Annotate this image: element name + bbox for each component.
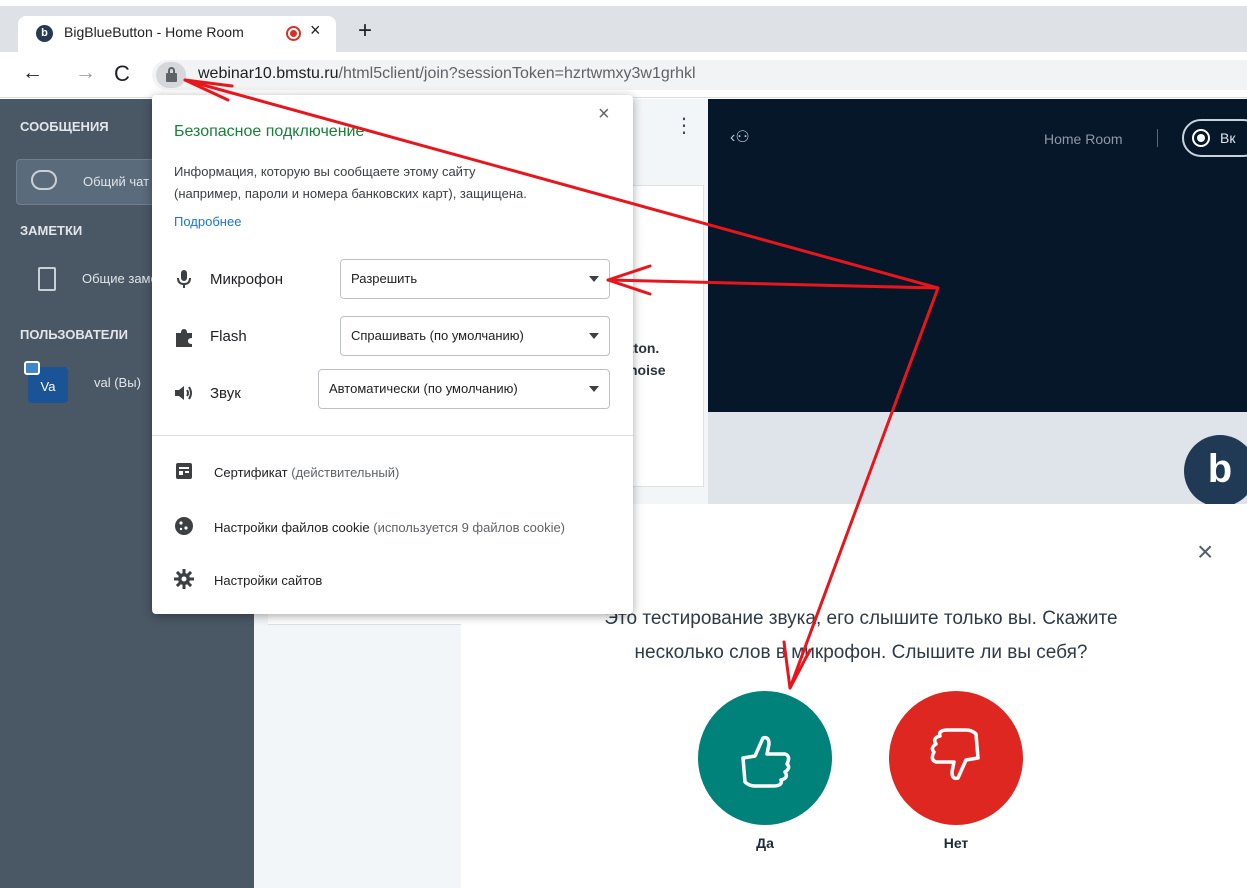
bbb-favicon-icon: b [36,25,53,42]
speaker-icon [175,386,192,400]
popup-info-line1: Информация, которую вы сообщаете этому с… [174,164,476,179]
modal-close-button[interactable]: × [1197,538,1213,566]
chevron-down-icon [589,333,599,339]
echo-yes-label: Да [756,835,774,851]
url-host: webinar10.bmstu.ru [198,65,339,82]
echo-test-line2: несколько слов в микрофон. Слышите ли вы… [634,642,1088,663]
chevron-down-icon [589,386,599,392]
tab-bigbluebutton[interactable]: b BigBlueButton - Home Room × [18,16,336,52]
learn-more-link[interactable]: Подробнее [174,214,241,229]
sound-select-value: Автоматически (по умолчанию) [329,381,518,396]
certificate-label: Сертификат [214,465,288,480]
cookies-label: Настройки файлов cookie [214,520,370,535]
echo-no-button[interactable] [889,691,1023,825]
nav-bar: ‹⚇ Home Room Вк [708,99,1247,412]
url-text[interactable]: webinar10.bmstu.ru/html5client/join?sess… [198,65,696,83]
certificate-row[interactable]: Сертификат (действительный) [214,465,399,480]
back-button[interactable]: ← [22,61,43,85]
echo-yes-button[interactable] [698,691,832,825]
tab-title: BigBlueButton - Home Room [64,24,244,40]
puzzle-icon [176,329,192,347]
microphone-icon [177,270,191,288]
toggle-userlist-button[interactable]: ‹⚇ [730,127,750,147]
notes-heading: ЗАМЕТКИ [20,223,83,238]
presenter-badge-icon [24,361,40,375]
url-path: /html5client/join?sessionToken=hzrtwmxy3… [338,65,696,82]
flash-select-value: Спрашивать (по умолчанию) [351,328,524,343]
sound-select[interactable]: Автоматически (по умолчанию) [318,369,610,409]
header-separator [1157,129,1158,147]
forward-button[interactable]: → [75,61,96,85]
record-label: Вк [1220,130,1236,146]
echo-no-label: Нет [943,835,969,851]
microphone-select-value: Разрешить [351,271,418,286]
certificate-status: (действительный) [291,465,400,480]
chat-icon [31,170,57,190]
bbb-logo-icon: b [1184,435,1247,507]
thumbs-up-icon [741,735,791,788]
screen: b BigBlueButton - Home Room × + ← → C we… [0,0,1247,888]
address-bar[interactable]: webinar10.bmstu.ru/html5client/join?sess… [152,60,1247,90]
cookies-row[interactable]: Настройки файлов cookie (используется 9 … [214,520,608,535]
thumbs-down-icon [930,728,980,781]
popup-info-line2: (например, пароли и номера банковских ка… [174,186,527,201]
user-name: val (Вы) [94,375,141,390]
chat-options-button[interactable]: ⋮ [674,113,694,138]
avatar-initials: Va [40,379,56,394]
record-button[interactable]: Вк [1182,119,1247,157]
cookies-status: (используется 9 файлов cookie) [373,520,566,535]
notes-icon [38,267,56,291]
chat-text-line2: noise [629,362,666,378]
users-heading: ПОЛЬЗОВАТЕЛИ [20,327,128,342]
avatar: Va [24,361,68,403]
public-chat-label: Общий чат [83,174,150,189]
gear-icon [174,569,194,589]
flash-select[interactable]: Спрашивать (по умолчанию) [340,316,610,356]
chevron-down-icon [589,276,599,282]
site-settings-link[interactable]: Настройки сайтов [214,573,322,588]
browser-toolbar: ← → C webinar10.bmstu.ru/html5client/joi… [0,52,1247,98]
tab-strip: b BigBlueButton - Home Room × + [0,6,1247,52]
popup-title: Безопасное подключение [174,123,365,140]
microphone-select[interactable]: Разрешить [340,259,610,299]
chat-text-line1: tton. [629,340,660,356]
sound-label: Звук [210,385,241,402]
cookie-icon [175,517,193,535]
record-icon [1192,129,1210,147]
site-info-popup: × Безопасное подключение Информация, кот… [152,95,633,614]
messages-heading: СООБЩЕНИЯ [20,119,109,134]
popup-divider [152,435,633,436]
popup-info-text: Информация, которую вы сообщаете этому с… [174,161,614,205]
new-tab-button[interactable]: + [358,19,372,43]
site-info-button[interactable] [156,62,186,88]
room-name: Home Room [1044,131,1123,147]
microphone-label: Микрофон [210,271,284,288]
certificate-icon [176,463,192,479]
tab-close-button[interactable]: × [310,20,321,41]
flash-label: Flash [210,328,247,345]
popup-close-button[interactable]: × [598,103,610,126]
reload-button[interactable]: C [114,61,130,87]
recording-indicator-icon [286,26,301,41]
